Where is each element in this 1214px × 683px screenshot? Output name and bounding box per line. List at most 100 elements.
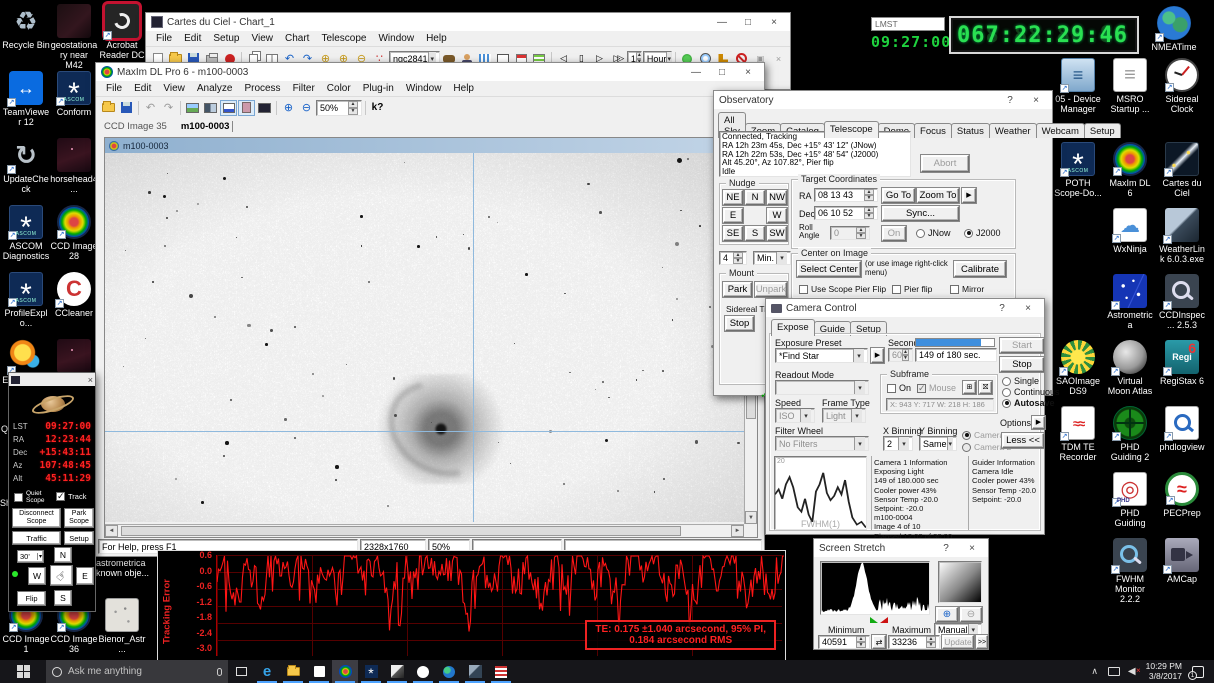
desktop-icon[interactable]: PHD Guiding 2 xyxy=(1106,406,1154,472)
desktop-icon[interactable]: UpdateCheck xyxy=(2,138,50,205)
less-button[interactable]: Less << xyxy=(1002,433,1044,448)
menu-item[interactable]: Filter xyxy=(287,82,321,95)
open-icon[interactable] xyxy=(100,100,117,116)
desktop-icon[interactable]: FWHM Monitor 2.2.2 xyxy=(1106,538,1154,604)
quiet-scope-checkbox[interactable]: Quiet Scope xyxy=(14,490,50,504)
continuous-radio[interactable]: Continuous xyxy=(1002,387,1060,397)
menu-item[interactable]: Color xyxy=(321,82,357,95)
desktop-icon[interactable]: MaxIm DL 6 xyxy=(1106,142,1154,208)
taskbar-redapp[interactable] xyxy=(488,660,514,683)
x-binning-select[interactable]: 2▾ xyxy=(883,436,913,451)
start-button[interactable] xyxy=(0,660,46,683)
spin-up-icon[interactable]: ▲ xyxy=(636,52,642,59)
calibrate-button[interactable]: Calibrate xyxy=(954,261,1006,277)
desktop-icon[interactable]: Bienor_Astr... xyxy=(98,598,146,665)
zoom-out-icon[interactable]: ⊖ xyxy=(298,100,315,116)
context-help-icon[interactable]: k? xyxy=(369,100,386,116)
observatory-tab[interactable]: Weather xyxy=(989,123,1037,138)
nudge-step-select[interactable]: 30'▾ xyxy=(17,550,44,563)
chevron-down-icon[interactable]: ▾ xyxy=(776,252,787,264)
single-radio[interactable]: Single xyxy=(1002,376,1039,386)
desktop-icon[interactable]: PECPrep xyxy=(1158,472,1206,538)
swap-min-max-button[interactable]: ⇄ xyxy=(872,635,886,649)
desktop-icon[interactable]: Conform xyxy=(50,71,98,138)
radio-selected-icon[interactable] xyxy=(964,229,973,238)
desktop-icon[interactable]: WxNinja xyxy=(1106,208,1154,274)
scroll-right-icon[interactable]: ► xyxy=(731,525,744,537)
desktop-icon[interactable]: TDM TE Recorder xyxy=(1054,406,1102,472)
j2000-radio[interactable]: J2000 xyxy=(964,228,1001,238)
desktop-icon[interactable]: Astrometrica xyxy=(1106,274,1154,340)
help-button[interactable]: ? xyxy=(991,301,1013,315)
image-child-titlebar[interactable]: m100-0003 ❐ xyxy=(105,138,757,153)
observatory-tab[interactable]: Telescope xyxy=(824,121,879,138)
menu-item[interactable]: Chart xyxy=(279,32,315,45)
target-more-button[interactable]: ▶ xyxy=(962,188,976,203)
cartes-titlebar[interactable]: Cartes du Ciel - Chart_1 — □ × xyxy=(146,13,790,31)
subframe-mouse-checkbox[interactable]: Mouse xyxy=(917,383,956,393)
cortana-search-box[interactable]: Ask me anything xyxy=(46,660,228,683)
observatory-tab[interactable]: Setup xyxy=(1084,123,1121,138)
sync-button[interactable]: Sync... xyxy=(882,206,959,221)
observatory-titlebar[interactable]: Observatory ? × xyxy=(714,91,1052,109)
scroll-left-icon[interactable]: ◄ xyxy=(105,525,118,537)
scroll-down-icon[interactable]: ▼ xyxy=(745,511,757,524)
track-checkbox[interactable]: Track xyxy=(56,492,86,501)
histogram-zoom-in-button[interactable]: ⊕ xyxy=(936,607,958,622)
observatory-tab[interactable]: Focus xyxy=(914,123,952,138)
disconnect-scope-button[interactable]: Disconnect Scope xyxy=(12,508,61,528)
network-icon[interactable] xyxy=(1108,667,1120,676)
chevron-down-icon[interactable]: ▾ xyxy=(853,349,864,362)
checkbox-icon[interactable] xyxy=(799,285,808,294)
menu-item[interactable]: Process xyxy=(238,82,286,95)
doc-tab-ccd-image-35[interactable]: CCD Image 35 xyxy=(104,121,167,132)
pier-flip-checkbox[interactable]: Pier flip xyxy=(892,284,932,294)
checkbox-checked-icon[interactable] xyxy=(56,492,65,501)
max-marker-icon[interactable] xyxy=(880,617,888,623)
park-button[interactable]: Park xyxy=(723,282,752,297)
camera-control-titlebar[interactable]: Camera Control ? × xyxy=(766,299,1044,317)
roll-angle-input[interactable]: 0▲▼ xyxy=(830,226,870,240)
roll-on-button[interactable]: On xyxy=(882,226,906,241)
options-button[interactable]: ▶ xyxy=(1032,416,1045,429)
maximum-spinner[interactable]: 33236▲▼ xyxy=(888,635,940,649)
desktop-icon[interactable]: TeamViewer 12 xyxy=(2,71,50,138)
observatory-icon[interactable] xyxy=(256,100,273,116)
nudge-n-button[interactable]: N xyxy=(745,190,765,205)
dual-image-icon[interactable] xyxy=(202,100,219,116)
radio-icon[interactable] xyxy=(962,443,971,452)
desktop-icon[interactable]: CCD Image 28 xyxy=(50,205,98,272)
task-view-button[interactable] xyxy=(228,660,254,683)
nudge-unit-select[interactable]: Min.▾ xyxy=(753,251,791,265)
update-button[interactable]: Update xyxy=(942,635,974,649)
mirror-checkbox[interactable]: Mirror xyxy=(950,284,984,294)
nudge-e-button[interactable]: E xyxy=(723,208,743,223)
desktop-icon[interactable]: WeatherLink 6.0.3.exe xyxy=(1158,208,1206,274)
park-scope-button[interactable]: Park Scope xyxy=(64,508,94,528)
use-scope-pier-flip-checkbox[interactable]: Use Scope Pier Flip xyxy=(799,284,886,294)
observatory-tab[interactable]: Status xyxy=(951,123,990,138)
nudge-north-button[interactable]: N xyxy=(54,547,72,563)
select-center-button[interactable]: Select Center xyxy=(797,261,861,277)
target-dec-input[interactable]: 06 10 52▲▼ xyxy=(814,206,878,220)
menu-item[interactable]: Edit xyxy=(178,32,207,45)
menu-item[interactable]: Window xyxy=(400,82,448,95)
zoom-in-icon[interactable]: ⊕ xyxy=(280,100,297,116)
autosave-radio[interactable]: Autosave xyxy=(1002,398,1055,408)
histogram-panel-icon[interactable] xyxy=(220,100,237,116)
spin-down-icon[interactable]: ▼ xyxy=(348,108,358,115)
checkbox-icon[interactable] xyxy=(950,285,959,294)
menu-item[interactable]: Help xyxy=(420,32,453,45)
preset-more-button[interactable]: ▶ xyxy=(871,348,884,363)
close-button[interactable]: × xyxy=(1017,301,1039,315)
desktop-icon[interactable]: RegiStax 6 xyxy=(1158,340,1206,406)
setup-button[interactable]: Setup xyxy=(64,531,94,545)
checkbox-checked-icon[interactable] xyxy=(917,384,926,393)
menu-item[interactable]: Edit xyxy=(128,82,157,95)
camera-control-icon[interactable] xyxy=(238,100,255,116)
nudge-south-button[interactable]: S xyxy=(54,590,72,606)
zoomto-button[interactable]: Zoom To xyxy=(917,188,959,203)
minimum-spinner[interactable]: 40591▲▼ xyxy=(818,635,870,649)
menu-item[interactable]: View xyxy=(246,32,280,45)
taskbar-explorer[interactable] xyxy=(280,660,306,683)
